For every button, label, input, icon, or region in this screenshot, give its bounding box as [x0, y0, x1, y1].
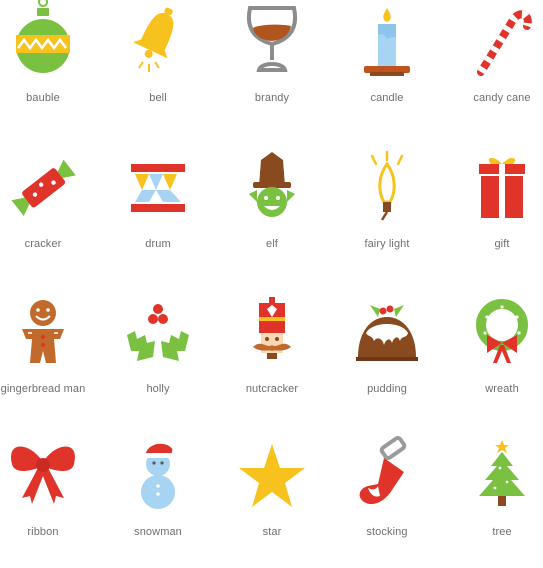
icon-label: cracker: [24, 238, 62, 250]
icon-label: star: [262, 526, 282, 538]
icon-cell-wreath[interactable]: wreath: [445, 291, 543, 425]
icon-label: pudding: [367, 383, 407, 395]
icon-label: candy cane: [473, 92, 531, 104]
icon-cell-gift[interactable]: gift: [445, 146, 543, 280]
icon-cell-star[interactable]: star: [215, 434, 329, 568]
wreath-icon: [476, 299, 528, 363]
bell-icon: [133, 7, 174, 72]
elf-icon: [249, 152, 295, 217]
pudding-icon: [356, 305, 418, 361]
icon-cell-tree[interactable]: tree: [445, 434, 543, 568]
icon-label: ribbon: [27, 526, 59, 538]
icon-label: brandy: [254, 92, 290, 104]
holly-icon: [127, 304, 189, 361]
gingerbread-man-icon: [22, 300, 64, 363]
icon-label: nutcracker: [245, 383, 299, 395]
tree-icon: [479, 440, 525, 506]
candle-icon: [364, 8, 410, 76]
fairy-light-icon: [370, 150, 404, 221]
icon-label: bell: [149, 92, 167, 104]
icon-cell-candle[interactable]: candle: [330, 0, 444, 134]
icon-cell-nutcracker[interactable]: nutcracker: [215, 291, 329, 425]
icon-cell-snowman[interactable]: snowman: [101, 434, 215, 568]
bauble-icon: [16, 0, 70, 73]
icon-label: candle: [370, 92, 404, 104]
icon-label: gift: [494, 238, 510, 250]
ribbon-icon: [11, 446, 75, 504]
icon-cell-cracker[interactable]: cracker: [0, 146, 100, 280]
icon-cell-holly[interactable]: holly: [101, 291, 215, 425]
icon-cell-stocking[interactable]: stocking: [330, 434, 444, 568]
icon-label: stocking: [366, 526, 408, 538]
icon-label: wreath: [485, 383, 519, 395]
nutcracker-icon: [253, 297, 291, 359]
icon-cell-pudding[interactable]: pudding: [330, 291, 444, 425]
stocking-icon: [359, 435, 407, 505]
icon-label: gingerbread man: [0, 383, 86, 395]
candy-cane-icon: [477, 10, 532, 76]
drum-icon: [131, 164, 185, 212]
cracker-icon: [11, 159, 76, 216]
icon-label: snowman: [134, 526, 182, 538]
icon-cell-bell[interactable]: bell: [101, 0, 215, 134]
icon-cell-elf[interactable]: elf: [215, 146, 329, 280]
star-icon: [239, 444, 305, 507]
icon-cell-bauble[interactable]: bauble: [0, 0, 100, 134]
icon-label: elf: [266, 238, 278, 250]
gift-icon: [479, 157, 525, 218]
icon-cell-candy-cane[interactable]: candy cane: [445, 0, 543, 134]
icon-label: tree: [492, 526, 512, 538]
icon-cell-drum[interactable]: drum: [101, 146, 215, 280]
icon-label: holly: [146, 383, 170, 395]
icon-cell-brandy[interactable]: brandy: [215, 0, 329, 134]
icon-label: bauble: [26, 92, 60, 104]
icon-label: drum: [145, 238, 171, 250]
brandy-icon: [246, 6, 298, 72]
icon-cell-ribbon[interactable]: ribbon: [0, 434, 100, 568]
icon-label: fairy light: [364, 238, 410, 250]
icon-cell-fairy-light[interactable]: fairy light: [330, 146, 444, 280]
icon-grid: bauble bell brandy candle candy cane cra…: [0, 0, 543, 544]
snowman-icon: [141, 443, 178, 509]
icon-cell-gingerbread-man[interactable]: gingerbread man: [0, 291, 100, 425]
